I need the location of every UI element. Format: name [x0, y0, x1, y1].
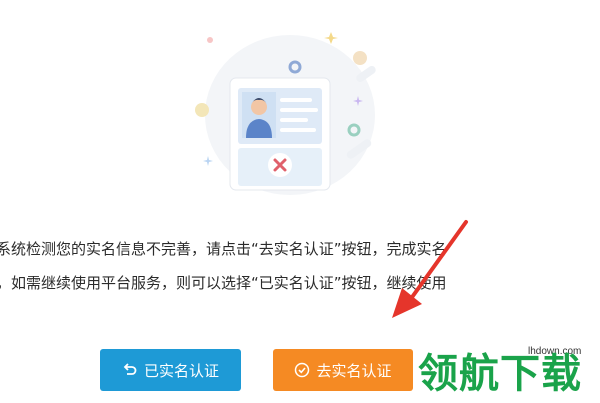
check-circle-icon — [294, 362, 310, 378]
undo-icon — [122, 362, 138, 378]
decor-dot — [353, 51, 367, 65]
id-card-illustration — [195, 32, 376, 195]
sparkle-icon — [324, 32, 338, 44]
decor-dot — [195, 103, 209, 117]
sparkle-icon — [203, 156, 213, 166]
already-verified-label: 已实名认证 — [143, 361, 219, 380]
go-verify-button[interactable]: 去实名认证 — [273, 349, 413, 391]
verification-message: 系统检测您的实名信息不完善，请点击“去实名认证”按钮，完成实名 ，如需继续使用平… — [0, 232, 600, 300]
red-arrow-annotation — [392, 220, 468, 318]
site-watermark: lhdown.com 领航下载 — [418, 342, 600, 403]
decor-dot — [207, 37, 213, 43]
message-line-2: ，如需继续使用平台服务，则可以选择“已实名认证”按钮，继续使用 — [0, 274, 447, 292]
go-verify-label: 去实名认证 — [316, 361, 392, 380]
already-verified-button[interactable]: 已实名认证 — [100, 349, 241, 391]
message-line-1: 系统检测您的实名信息不完善，请点击“去实名认证”按钮，完成实名 — [0, 240, 447, 258]
verification-page: 系统检测您的实名信息不完善，请点击“去实名认证”按钮，完成实名 ，如需继续使用平… — [0, 0, 600, 403]
watermark-logo-text: 领航下载 — [418, 351, 582, 397]
avatar-icon — [251, 99, 267, 115]
